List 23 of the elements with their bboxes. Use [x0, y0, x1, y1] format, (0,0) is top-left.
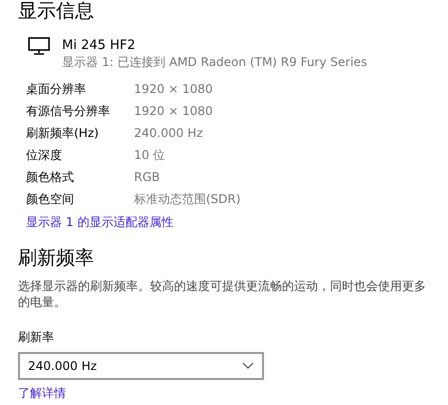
property-value: RGB	[134, 168, 161, 185]
property-label: 刷新频率(Hz)	[26, 124, 100, 141]
section-title: 刷新频率	[18, 246, 95, 270]
property-value: 标准动态范围(SDR)	[134, 190, 242, 207]
monitor-icon	[28, 36, 50, 55]
learn-more-link[interactable]: 了解详情	[18, 384, 66, 402]
property-value: 240.000 Hz	[134, 124, 204, 141]
property-label: 桌面分辨率	[26, 80, 87, 97]
property-label: 颜色空间	[26, 190, 75, 207]
property-label: 有源信号分辨率	[26, 102, 111, 119]
property-label: 位深度	[26, 146, 63, 163]
property-value: 10 位	[134, 146, 166, 163]
field-label: 刷新率	[18, 328, 55, 346]
property-label: 颜色格式	[26, 168, 75, 185]
description-text: 选择显示器的刷新频率。较高的速度可提供更流畅的运动，同时也会使用更多的电量。	[18, 278, 427, 310]
chevron-down-icon	[242, 362, 254, 370]
property-value: 1920 × 1080	[134, 102, 214, 119]
monitor-description: 显示器 1: 已连接到 AMD Radeon (TM) R9 Fury Series	[62, 54, 368, 71]
refresh-rate-dropdown[interactable]: 240.000 Hz	[18, 352, 264, 380]
property-value: 1920 × 1080	[134, 80, 214, 97]
monitor-name: Mi 245 HF2	[62, 36, 136, 54]
section-title: 显示信息	[18, 0, 95, 23]
adapter-properties-link[interactable]: 显示器 1 的显示适配器属性	[26, 212, 174, 231]
